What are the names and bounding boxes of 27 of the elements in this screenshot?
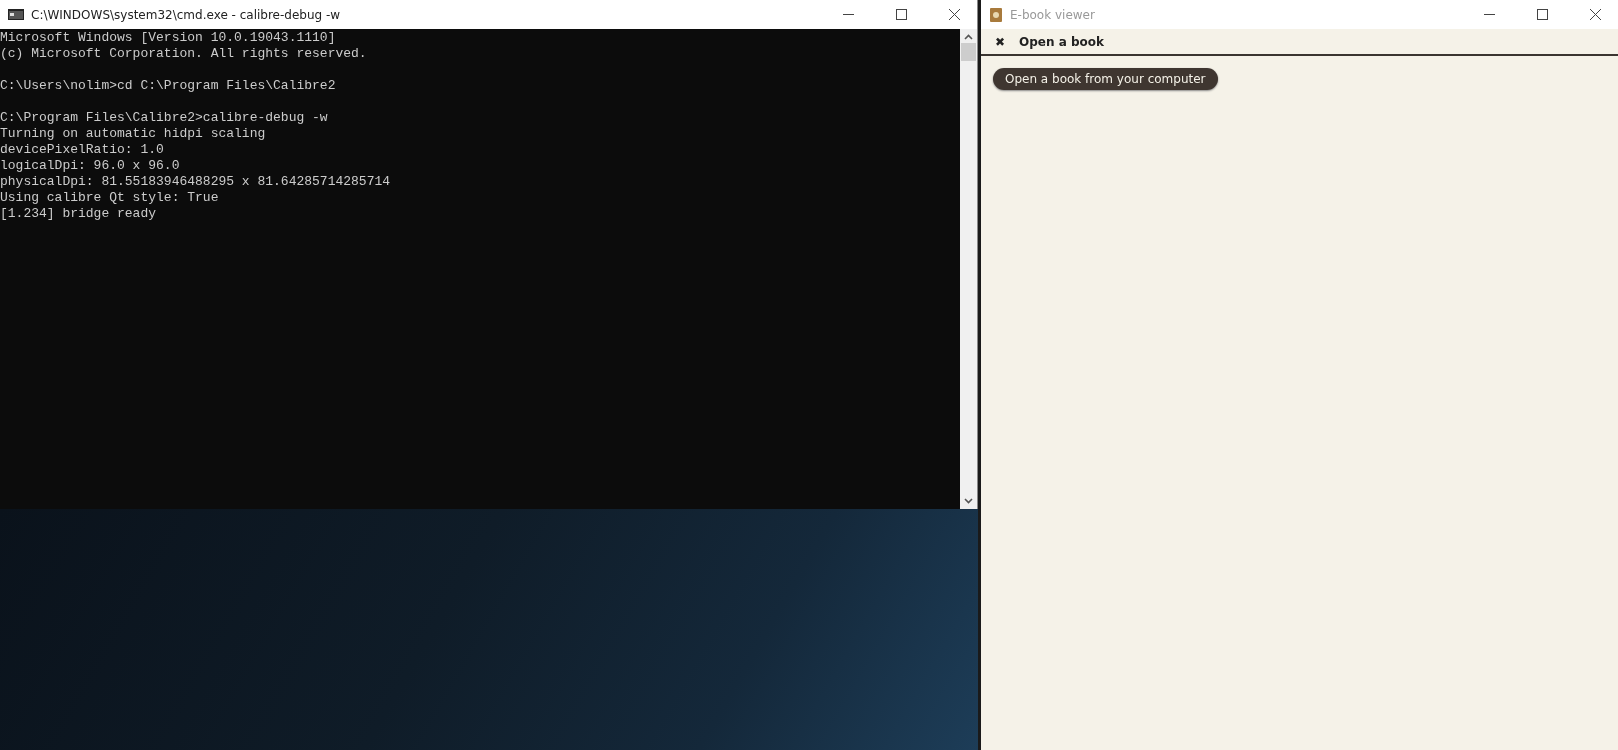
console-line: Turning on automatic hidpi scaling xyxy=(0,126,267,142)
close-icon xyxy=(948,9,960,20)
close-icon xyxy=(1589,9,1601,20)
maximize-icon xyxy=(895,9,907,20)
scrollbar[interactable] xyxy=(960,29,977,509)
window-title: E-book viewer xyxy=(1010,7,1096,22)
console-line: Using calibre Qt style: True xyxy=(0,190,220,206)
minimize-icon xyxy=(1483,14,1495,15)
console-line: logicalDpi: 96.0 x 96.0 xyxy=(0,158,181,174)
scroll-down-icon[interactable] xyxy=(964,498,973,504)
console-line: C:\Program Files\Calibre2>calibre-debug -w xyxy=(0,110,329,126)
console-line: (c) Microsoft Corporation. All rights reserved. xyxy=(0,46,368,62)
maximize-icon xyxy=(1536,9,1548,20)
close-glyph[interactable]: ✖ xyxy=(995,34,1006,49)
scroll-up-icon[interactable] xyxy=(964,34,973,40)
console-line: physicalDpi: 81.55183946488295 x 81.64285714285714 xyxy=(0,174,392,190)
scroll-thumb[interactable] xyxy=(961,43,976,61)
console-line: [1.234] bridge ready xyxy=(0,206,158,222)
open-book-button[interactable]: Open a book from your computer xyxy=(993,68,1218,90)
minimize-icon xyxy=(842,14,854,15)
window-title: C:\WINDOWS\system32\cmd.exe - calibre-debug -w xyxy=(31,7,342,22)
console-line: Microsoft Windows [Version 10.0.19043.1110] xyxy=(0,30,337,46)
book-icon xyxy=(989,6,1003,23)
console-line: devicePixelRatio: 1.0 xyxy=(0,142,165,158)
console-icon xyxy=(8,9,24,20)
console-line: C:\Users\nolim>cd C:\Program Files\Calibre2 xyxy=(0,78,337,94)
panel-title: Open a book xyxy=(1019,34,1105,49)
